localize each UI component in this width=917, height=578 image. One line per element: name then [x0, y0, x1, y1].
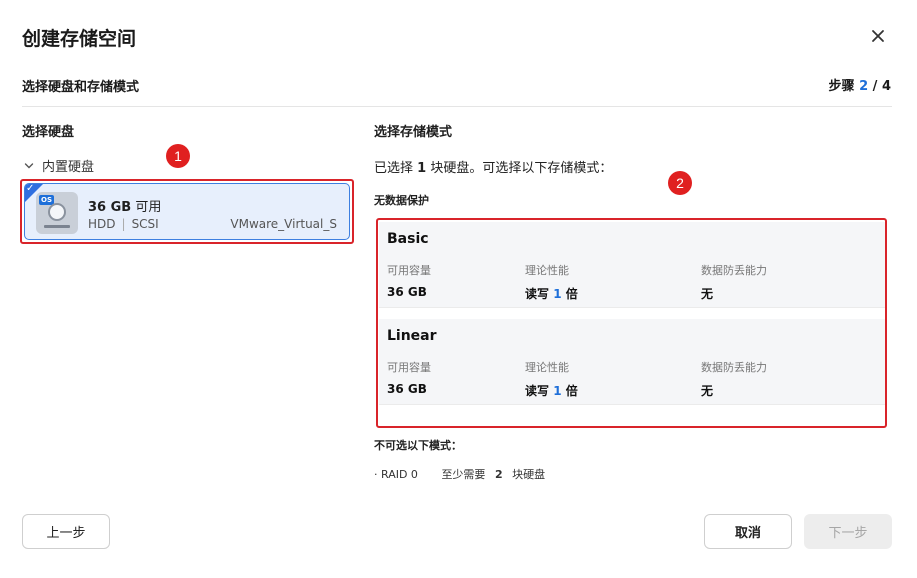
next-step-button[interactable]: 下一步 [804, 514, 892, 549]
meta-separator: | [121, 217, 126, 231]
disk-type: HDD [88, 217, 116, 231]
disk-size-value: 36 GB [88, 200, 132, 215]
highlight-box-modes [376, 218, 887, 428]
step-indicator: 步骤 2 / 4 [829, 75, 891, 94]
cancel-button[interactable]: 取消 [704, 514, 792, 549]
step-separator: / [872, 79, 878, 94]
raid-req-count: 2 [494, 468, 503, 481]
create-storage-dialog: 创建存储空间 选择硬盘和存储模式 步骤 2 / 4 选择硬盘 内置硬盘 ✓ OS… [0, 0, 917, 578]
mode-panel-title: 选择存储模式 [374, 125, 453, 140]
disk-bar [44, 225, 70, 228]
selection-hint: 已选择 1 块硬盘。可选择以下存储模式： [374, 157, 612, 176]
annotation-badge-1: 1 [166, 144, 190, 168]
previous-step-button[interactable]: 上一步 [22, 514, 110, 549]
annotation-badge-2: 2 [668, 171, 692, 195]
disk-panel-title: 选择硬盘 [22, 125, 75, 140]
hint-count: 1 [417, 161, 427, 176]
step-total: 4 [881, 79, 891, 94]
unavailable-label: 不可选以下模式： [374, 439, 462, 452]
check-icon: ✓ [26, 183, 35, 194]
disk-interface: SCSI [131, 217, 159, 231]
chevron-down-icon [24, 162, 34, 168]
disk-available: 可用 [135, 200, 162, 215]
hard-disk-icon: OS [36, 192, 78, 234]
group-label: 内置硬盘 [42, 160, 95, 175]
raid-req-prefix: 至少需要 [441, 468, 486, 481]
close-button[interactable] [866, 24, 890, 48]
unavailable-mode-raid0: · RAID 0 至少需要 2 块硬盘 [374, 466, 545, 482]
dialog-title: 创建存储空间 [22, 28, 137, 50]
hint-prefix: 已选择 [374, 161, 414, 176]
step-subtitle: 选择硬盘和存储模式 [22, 80, 140, 95]
disk-card[interactable]: ✓ OS 36 GB 可用 HDD | SCSI VMware_Virtual_S [24, 183, 350, 240]
raid-name: · RAID 0 [374, 468, 418, 481]
hint-suffix: 块硬盘。可选择以下存储模式： [430, 161, 613, 176]
step-label: 步骤 [828, 79, 855, 94]
disk-platter [48, 203, 66, 221]
disk-size: 36 GB 可用 [88, 196, 161, 215]
disk-model: VMware_Virtual_S [230, 217, 337, 231]
raid-req-suffix: 块硬盘 [512, 468, 546, 481]
header-divider [22, 106, 892, 107]
internal-disk-group[interactable]: 内置硬盘 [24, 156, 94, 175]
step-current: 2 [859, 79, 869, 94]
close-icon [872, 30, 884, 42]
no-protection-label: 无数据保护 [374, 194, 429, 207]
disk-meta: HDD | SCSI [88, 217, 159, 231]
